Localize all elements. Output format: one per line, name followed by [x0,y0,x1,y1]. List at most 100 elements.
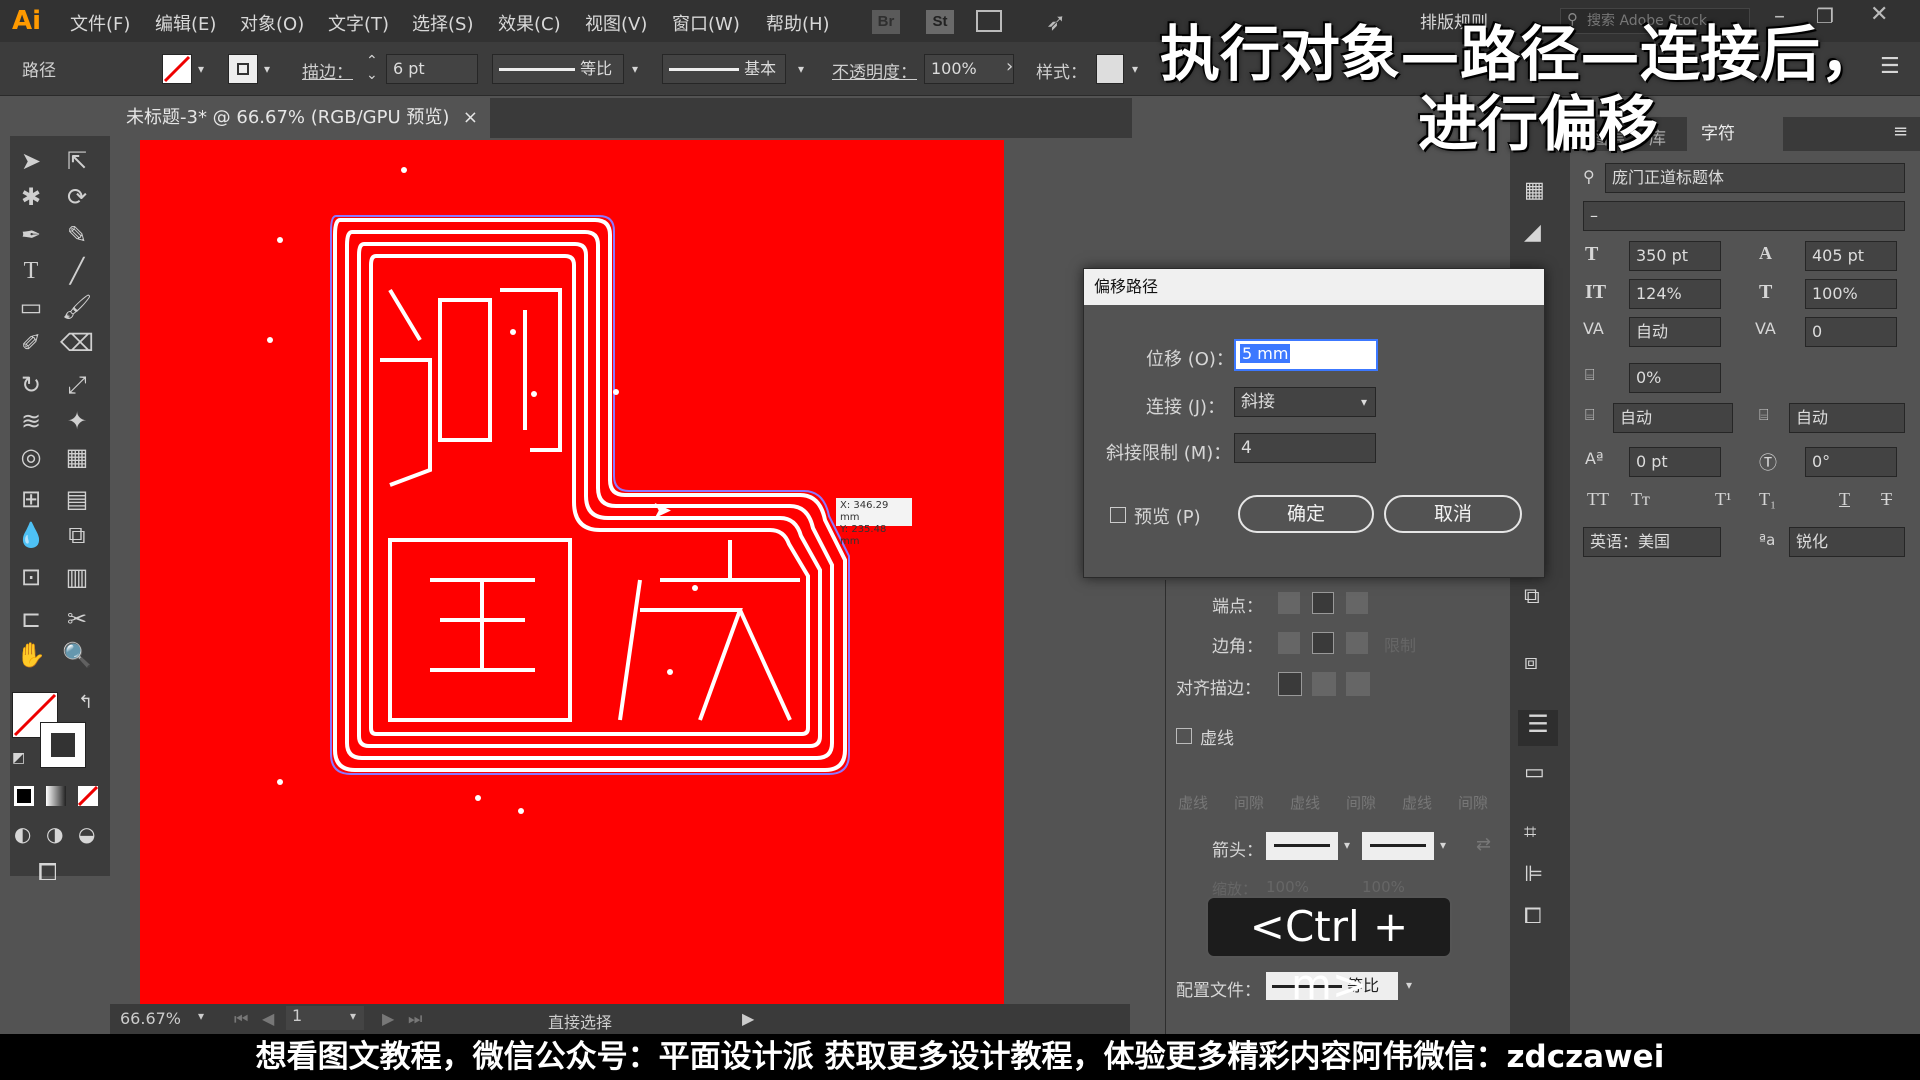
last-page-icon[interactable]: ⏭ [408,1009,422,1029]
selection-tool-icon[interactable]: ➤ [14,144,48,178]
menu-select[interactable]: 选择(S) [412,10,473,36]
menu-help[interactable]: 帮助(H) [766,10,830,36]
menu-view[interactable]: 视图(V) [585,10,647,36]
anchor-point[interactable] [267,337,273,343]
default-colors-icon[interactable]: ◩ [12,750,25,766]
cancel-button[interactable]: 取消 [1384,495,1522,533]
menu-edit[interactable]: 编辑(E) [155,10,216,36]
subscript-icon[interactable]: T₁ [1759,489,1776,510]
hand-tool-icon[interactable]: ✋ [14,638,48,672]
swatches-panel-icon[interactable]: ▦ [1524,178,1545,203]
profile-select-chevron-icon[interactable]: ▾ [1406,978,1412,992]
zoom-level[interactable]: 66.67% [120,1009,181,1028]
bridge-button[interactable]: Br [872,10,900,34]
gradient-panel-icon[interactable]: ▭ [1524,760,1545,785]
pathfinder-panel-icon[interactable]: ⧠ [1524,904,1542,929]
align-center-icon[interactable] [1278,672,1302,696]
end-arrow-chevron-icon[interactable]: ▾ [1440,838,1446,852]
round-join-icon[interactable] [1312,632,1334,654]
small-caps-icon[interactable]: Tт [1631,489,1650,510]
lasso-tool-icon[interactable]: ⟳ [60,180,94,214]
anchor-point[interactable] [518,808,524,814]
horizontal-scale-field[interactable]: 100% [1805,279,1897,309]
language-select[interactable]: 英语：美国 [1583,527,1721,557]
send-icon[interactable]: ➶ [1046,8,1066,36]
document-tab[interactable]: 未标题-3* @ 66.67% (RGB/GPU 预览) × [112,98,490,138]
arrange-documents-icon[interactable] [976,10,1002,32]
align-inside-icon[interactable] [1312,672,1336,696]
aki-right-select[interactable]: 自动 [1789,403,1905,433]
eraser-tool-icon[interactable]: ⌫ [60,326,94,360]
join-select[interactable]: 斜接 ▾ [1234,387,1376,417]
anchor-point[interactable] [475,795,481,801]
artboard-tool-icon[interactable]: ⊏ [14,602,48,636]
opacity-label[interactable]: 不透明度： [832,58,917,83]
aki-left-select[interactable]: 自动 [1613,403,1733,433]
direct-selection-tool-icon[interactable]: ⇱ [60,144,94,178]
anchor-point[interactable] [613,389,619,395]
width-tool-icon[interactable]: ≋ [14,404,48,438]
all-caps-icon[interactable]: TT [1587,489,1609,510]
prev-page-icon[interactable]: ◀ [262,1009,274,1028]
gradient-tool-icon[interactable]: ▤ [60,482,94,516]
miter-join-icon[interactable] [1278,632,1300,654]
gradient-mode-icon[interactable] [46,786,66,806]
dashed-line-checkbox[interactable] [1176,728,1192,744]
perspective-grid-tool-icon[interactable]: ▦ [60,440,94,474]
baseline-shift-field[interactable]: 0 pt [1629,447,1721,477]
font-style-select[interactable]: – [1583,201,1905,231]
fill-dropdown-chevron-icon[interactable]: ▾ [198,62,204,76]
character-rotation-field[interactable]: 0° [1805,447,1897,477]
anchor-point[interactable] [510,329,516,335]
menu-type[interactable]: 文字(T) [328,10,389,36]
none-mode-icon[interactable] [77,785,99,807]
menu-effect[interactable]: 效果(C) [498,10,561,36]
fill-swatch[interactable] [162,54,192,84]
butt-cap-icon[interactable] [1278,592,1300,614]
stroke-label[interactable]: 描边： [302,58,353,83]
draw-inside-icon[interactable]: ◒ [78,822,95,846]
stroke-swatch[interactable] [228,54,258,84]
variable-width-profile[interactable]: 等比 [492,54,624,84]
stroke-color-box[interactable] [40,722,86,768]
projecting-cap-icon[interactable] [1346,592,1368,614]
font-family-select[interactable]: 庞门正道标题体 [1605,163,1905,193]
paintbrush-tool-icon[interactable]: 🖌 [60,290,94,324]
bevel-join-icon[interactable] [1346,632,1368,654]
symbol-sprayer-tool-icon[interactable]: ⊡ [14,560,48,594]
brush-definition[interactable]: 基本 [662,54,786,84]
font-size-field[interactable]: 350 pt [1629,241,1721,271]
mesh-tool-icon[interactable]: ⊞ [14,482,48,516]
stroke-stepper-icon[interactable]: ⌃ ⌄ [366,54,378,82]
antialias-select[interactable]: 锐化 [1789,527,1905,557]
export-panel-icon[interactable]: ⧈ [1524,650,1538,675]
screen-mode-icon[interactable]: ⧠ [38,858,57,886]
menu-window[interactable]: 窗口(W) [672,10,740,36]
column-graph-tool-icon[interactable]: ▥ [60,560,94,594]
line-tool-icon[interactable]: ╱ [60,254,94,288]
puppet-warp-tool-icon[interactable]: ✦ [60,404,94,438]
rotate-tool-icon[interactable]: ↻ [14,368,48,402]
shape-builder-tool-icon[interactable]: ◎ [14,440,48,474]
slice-tool-icon[interactable]: ✂ [60,602,94,636]
scale-tool-icon[interactable]: ⤢ [60,368,94,402]
scale-end-field[interactable]: 100% [1362,878,1405,896]
strikethrough-icon[interactable]: T [1881,489,1892,510]
draw-normal-icon[interactable]: ◐ [14,822,31,846]
eyedropper-tool-icon[interactable]: 💧 [14,518,48,552]
zoom-tool-icon[interactable]: 🔍 [60,638,94,672]
status-menu-icon[interactable]: ▶ [742,1009,754,1028]
swap-colors-icon[interactable]: ↰ [78,692,93,713]
anchor-point[interactable] [692,585,698,591]
tsume-field[interactable]: 0% [1629,363,1721,393]
stroke-weight-field[interactable]: 6 pt [386,54,478,84]
menu-object[interactable]: 对象(O) [240,10,304,36]
opacity-arrow-icon[interactable]: › [1006,56,1013,77]
miter-limit-input[interactable]: 4 [1234,433,1376,463]
anchor-point[interactable] [277,237,283,243]
pen-tool-icon[interactable]: ✒ [14,218,48,252]
curvature-tool-icon[interactable]: ✎ [60,218,94,252]
next-page-icon[interactable]: ▶ [382,1009,394,1028]
stroke-panel-icon[interactable]: ☰ [1518,710,1558,746]
scale-start-field[interactable]: 100% [1266,878,1309,896]
